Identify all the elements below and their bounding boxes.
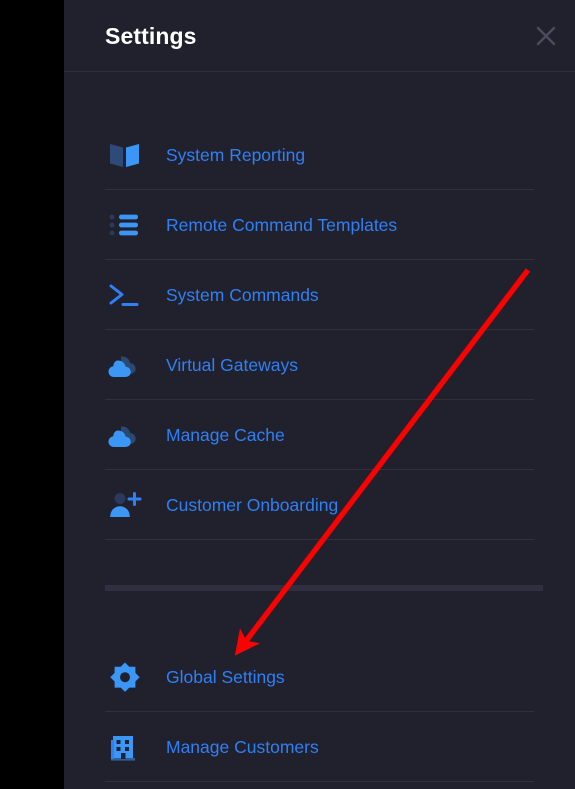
page-title: Settings	[105, 23, 197, 49]
menu-item-system-commands[interactable]: System Commands	[105, 260, 534, 330]
close-icon[interactable]	[526, 16, 566, 56]
menu-item-label: Virtual Gateways	[166, 354, 298, 375]
settings-drawer-panel: Settings System Reporting Remote Command…	[64, 0, 575, 789]
menu-item-global-settings[interactable]: Global Settings	[105, 642, 534, 712]
menu-item-label: System Commands	[166, 284, 319, 305]
menu-item-system-reporting[interactable]: System Reporting	[105, 120, 534, 190]
settings-menu-primary: System Reporting Remote Command Template…	[64, 120, 575, 540]
menu-item-customer-onboarding[interactable]: Customer Onboarding	[105, 470, 534, 540]
panel-header: Settings	[64, 0, 575, 72]
menu-item-label: Remote Command Templates	[166, 214, 398, 235]
cloud-double-icon	[107, 419, 149, 451]
list-bullets-icon	[107, 209, 149, 241]
menu-item-label: System Reporting	[166, 144, 306, 165]
menu-item-label: Global Settings	[166, 666, 285, 687]
menu-book-icon	[107, 139, 149, 171]
menu-item-manage-customers[interactable]: Manage Customers	[105, 712, 534, 782]
menu-item-remote-command-templates[interactable]: Remote Command Templates	[105, 190, 534, 260]
person-add-icon	[107, 489, 149, 521]
menu-item-label: Manage Cache	[166, 424, 285, 445]
page-background-gutter	[0, 0, 64, 789]
menu-item-manage-cache[interactable]: Manage Cache	[105, 400, 534, 470]
terminal-icon	[107, 279, 149, 311]
screen-root: Settings System Reporting Remote Command…	[0, 0, 575, 789]
cloud-double-icon	[107, 349, 149, 381]
menu-item-label: Manage Customers	[166, 736, 319, 757]
settings-menu-secondary: Global Settings Manage Customers	[64, 642, 575, 782]
menu-item-virtual-gateways[interactable]: Virtual Gateways	[105, 330, 534, 400]
menu-item-label: Customer Onboarding	[166, 494, 339, 515]
gear-settings-icon	[107, 661, 149, 693]
menu-group-separator	[105, 585, 543, 591]
building-icon	[107, 731, 149, 763]
